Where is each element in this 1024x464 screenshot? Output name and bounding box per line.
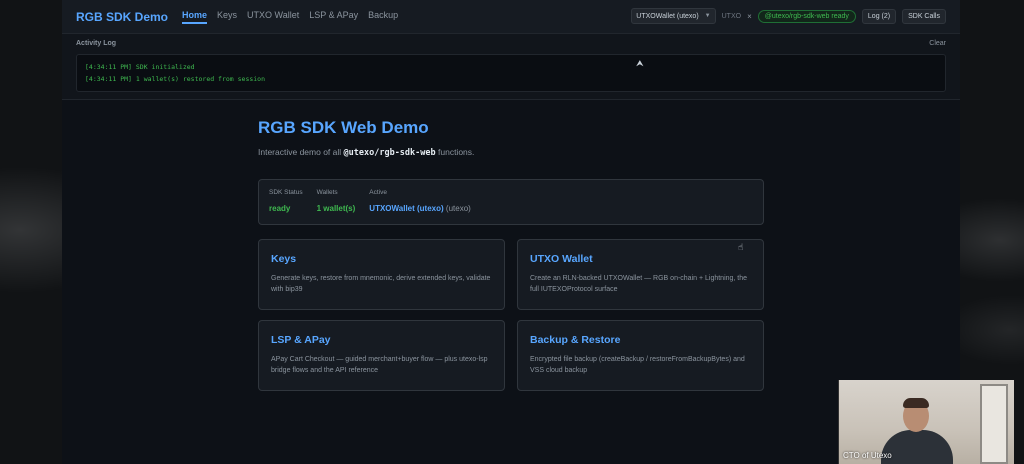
subtitle-suffix: functions. bbox=[435, 147, 475, 157]
log-button[interactable]: Log (2) bbox=[861, 8, 897, 24]
card-lsp-apay[interactable]: LSP & APay APay Cart Checkout — guided m… bbox=[258, 320, 505, 391]
hand-cursor-icon: ☝ bbox=[738, 242, 744, 252]
active-wallet-name: UTXOWallet (utexo) bbox=[369, 204, 444, 213]
log-entry: [4:34:11 PM] SDK initialized bbox=[85, 63, 195, 71]
card-title: LSP & APay bbox=[271, 334, 331, 346]
subtitle-prefix: Interactive demo of all bbox=[258, 147, 344, 157]
tab-backup[interactable]: Backup bbox=[368, 10, 398, 24]
status-panel: SDK Status ready Wallets 1 wallet(s) Act… bbox=[258, 179, 764, 225]
webcam-overlay: CTO of Utexo bbox=[838, 380, 1014, 464]
card-title: UTXO Wallet bbox=[530, 253, 593, 265]
chevron-down-icon: ▼ bbox=[704, 13, 711, 19]
active-wallet-value: UTXOWallet (utexo) (utexo) bbox=[369, 204, 471, 213]
card-title: Backup & Restore bbox=[530, 334, 621, 346]
protocol-label: UTXO bbox=[721, 12, 742, 20]
card-utxo-wallet[interactable]: UTXO Wallet Create an RLN-backed UTXOWal… bbox=[517, 239, 764, 310]
card-backup-restore[interactable]: Backup & Restore Encrypted file backup (… bbox=[517, 320, 764, 391]
active-wallet-stat: Active UTXOWallet (utexo) (utexo) bbox=[369, 189, 471, 215]
tab-lsp-apay[interactable]: LSP & APay bbox=[309, 10, 358, 24]
active-label: Active bbox=[369, 189, 387, 196]
main-content: RGB SDK Web Demo Interactive demo of all… bbox=[258, 118, 764, 391]
wallets-label: Wallets bbox=[316, 189, 338, 196]
close-icon[interactable]: × bbox=[747, 12, 752, 21]
clear-log-button[interactable]: Clear bbox=[929, 40, 946, 47]
person-hair bbox=[903, 398, 929, 408]
card-description: Generate keys, restore from mnemonic, de… bbox=[271, 275, 491, 293]
tab-utxo-wallet[interactable]: UTXO Wallet bbox=[247, 10, 299, 24]
sdk-calls-button[interactable]: SDK Calls bbox=[902, 8, 946, 24]
top-actions: UTXOWallet (utexo) ▼ UTXO × @utexo/rgb-s… bbox=[631, 8, 946, 24]
tab-keys[interactable]: Keys bbox=[217, 10, 237, 24]
top-nav: RGB SDK Demo Home Keys UTXO Wallet LSP &… bbox=[62, 0, 960, 34]
sdk-status-value: ready bbox=[269, 204, 291, 213]
package-name: @utexo/rgb-sdk-web bbox=[343, 148, 436, 158]
card-description: Encrypted file backup (createBackup / re… bbox=[530, 356, 745, 374]
wallets-stat: Wallets 1 wallet(s) bbox=[317, 189, 356, 215]
card-description: Create an RLN-backed UTXOWallet — RGB on… bbox=[530, 275, 748, 293]
page-title: RGB SDK Web Demo bbox=[258, 118, 429, 137]
activity-log: Activity Log Clear [4:34:11 PM] SDK init… bbox=[62, 34, 960, 100]
brand-title[interactable]: RGB SDK Demo bbox=[76, 10, 168, 24]
nav-tabs: Home Keys UTXO Wallet LSP & APay Backup bbox=[182, 10, 398, 24]
wallet-select[interactable]: UTXOWallet (utexo) ▼ bbox=[631, 8, 716, 24]
sdk-status-label: SDK Status bbox=[269, 189, 303, 196]
log-entry: [4:34:11 PM] 1 wallet(s) restored from s… bbox=[85, 75, 266, 83]
page-subtitle: Interactive demo of all @utexo/rgb-sdk-w… bbox=[258, 147, 764, 158]
card-title: Keys bbox=[271, 253, 297, 265]
sdk-status-stat: SDK Status ready bbox=[269, 189, 303, 215]
active-wallet-tag: (utexo) bbox=[445, 204, 471, 213]
wallet-select-value: UTXOWallet (utexo) bbox=[636, 12, 699, 20]
card-keys[interactable]: Keys Generate keys, restore from mnemoni… bbox=[258, 239, 505, 310]
browser-page: RGB SDK Demo Home Keys UTXO Wallet LSP &… bbox=[62, 0, 960, 464]
wallets-value: 1 wallet(s) bbox=[316, 204, 356, 213]
sdk-ready-badge: @utexo/rgb-sdk-web ready bbox=[757, 9, 856, 23]
pointer-cursor-icon: ⮝ bbox=[636, 58, 644, 68]
log-output: [4:34:11 PM] SDK initialized [4:34:11 PM… bbox=[76, 54, 946, 92]
feature-cards: Keys Generate keys, restore from mnemoni… bbox=[258, 239, 764, 391]
tab-home[interactable]: Home bbox=[182, 10, 208, 24]
webcam-name-label: CTO of Utexo bbox=[843, 451, 892, 460]
activity-log-title: Activity Log bbox=[76, 40, 117, 47]
card-description: APay Cart Checkout — guided merchant+buy… bbox=[271, 356, 488, 374]
window-frame bbox=[980, 384, 1008, 464]
